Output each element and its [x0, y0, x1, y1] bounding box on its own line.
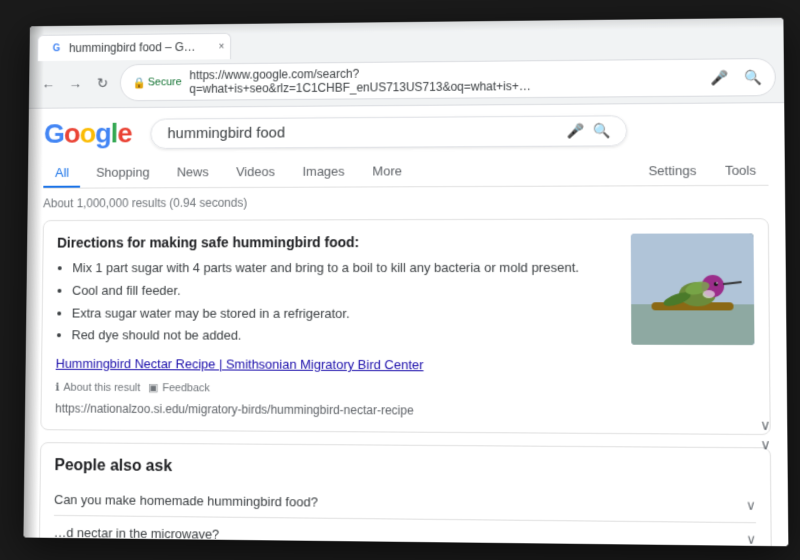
about-result-link[interactable]: ℹ About this result [55, 381, 140, 394]
google-page: Google hummingbird food 🎤 🔍 All Shopping… [23, 103, 788, 546]
url-icons: 🎤 🔍 [710, 69, 762, 86]
snippet-bullet-2: Cool and fill feeder. [72, 281, 615, 302]
snippet-content: Directions for making safe hummingbird f… [55, 234, 615, 419]
lock-icon: 🔒 [132, 76, 145, 89]
forward-button[interactable]: → [64, 71, 87, 95]
snippet-bullet-1: Mix 1 part sugar with 4 parts water and … [72, 258, 614, 279]
search-query-text: hummingbird food [167, 122, 567, 141]
source-title-link[interactable]: Hummingbird Nectar Recipe | Smithsonian … [56, 356, 424, 372]
ask-item-2-chevron: ∨ [746, 532, 756, 547]
snippet-list: Mix 1 part sugar with 4 parts water and … [56, 258, 615, 348]
tools-link[interactable]: Tools [713, 157, 769, 184]
ask-item-2-text: …d nectar in the microwave? [54, 525, 220, 542]
info-icon: ℹ [55, 381, 59, 394]
tab-close-button[interactable]: × [219, 41, 225, 52]
tab-images[interactable]: Images [291, 158, 357, 187]
tab-favicon: G [50, 41, 64, 55]
nav-tabs: All Shopping News Videos Images More Set… [43, 152, 768, 189]
search-glass-icon[interactable]: 🔍 [593, 122, 611, 139]
expand-arrow-2[interactable]: ∨ [760, 436, 771, 454]
feedback-icon: ▣ [148, 381, 158, 394]
snippet-bullet-4: Red dye should not be added. [71, 326, 615, 348]
people-also-ask-title: People also ask [54, 457, 755, 481]
tab-all[interactable]: All [43, 159, 80, 188]
browser-tab[interactable]: G hummingbird food – Go… × [37, 33, 231, 61]
address-bar: ← → ↻ 🔒 Secure https://www.google.com/se… [29, 54, 784, 108]
results-area: About 1,000,000 results (0.94 seconds) D… [39, 186, 772, 546]
secure-badge: 🔒 Secure [132, 76, 181, 89]
featured-snippet: Directions for making safe hummingbird f… [40, 218, 770, 435]
tab-more[interactable]: More [360, 157, 413, 186]
search-icon[interactable]: 🔍 [745, 69, 763, 86]
source-link: Hummingbird Nectar Recipe | Smithsonian … [55, 356, 615, 419]
tab-news[interactable]: News [165, 158, 220, 187]
google-logo: Google [44, 118, 132, 150]
logo-g: G [44, 118, 64, 148]
back-button[interactable]: ← [37, 72, 60, 96]
logo-o2: o [79, 118, 95, 148]
logo-g2: g [95, 118, 111, 148]
source-url: https://nationalzoo.si.edu/migratory-bir… [55, 402, 615, 419]
search-bar-container: hummingbird food 🎤 🔍 [151, 115, 628, 149]
ask-item-1-text: Can you make homemade hummingbird food? [54, 492, 318, 510]
tab-videos[interactable]: Videos [224, 158, 287, 187]
secure-label: Secure [148, 76, 182, 88]
tab-shopping[interactable]: Shopping [84, 159, 161, 188]
url-bar[interactable]: 🔒 Secure https://www.google.com/search?q… [120, 58, 776, 101]
microphone-icon[interactable]: 🎤 [710, 69, 728, 86]
results-count: About 1,000,000 results (0.94 seconds) [43, 194, 769, 210]
snippet-bullet-3: Extra sugar water may be stored in a ref… [72, 303, 615, 325]
url-text: https://www.google.com/search?q=what+is+… [189, 64, 702, 96]
feedback-link[interactable]: ▣ Feedback [148, 381, 210, 394]
ask-item-1-chevron: ∨ [746, 498, 756, 515]
expand-arrow-1[interactable]: ∨ [760, 417, 771, 434]
settings-link[interactable]: Settings [636, 157, 709, 184]
google-search-bar[interactable]: hummingbird food 🎤 🔍 [151, 115, 628, 149]
logo-o1: o [64, 118, 80, 148]
browser-window: G hummingbird food – Go… × ← → ↻ 🔒 Secur… [23, 18, 788, 546]
snippet-title: Directions for making safe hummingbird f… [57, 234, 615, 251]
people-also-ask-section: People also ask Can you make homemade hu… [39, 442, 772, 546]
nav-buttons: ← → ↻ [37, 71, 114, 95]
refresh-button[interactable]: ↻ [91, 71, 114, 95]
browser-chrome: G hummingbird food – Go… × ← → ↻ 🔒 Secur… [29, 18, 784, 109]
google-header: Google hummingbird food 🎤 🔍 [44, 103, 769, 155]
search-mic-icon[interactable]: 🎤 [567, 122, 585, 139]
hummingbird-image [631, 233, 755, 345]
tab-title: hummingbird food – Go… [69, 40, 201, 55]
logo-e: e [117, 118, 131, 148]
